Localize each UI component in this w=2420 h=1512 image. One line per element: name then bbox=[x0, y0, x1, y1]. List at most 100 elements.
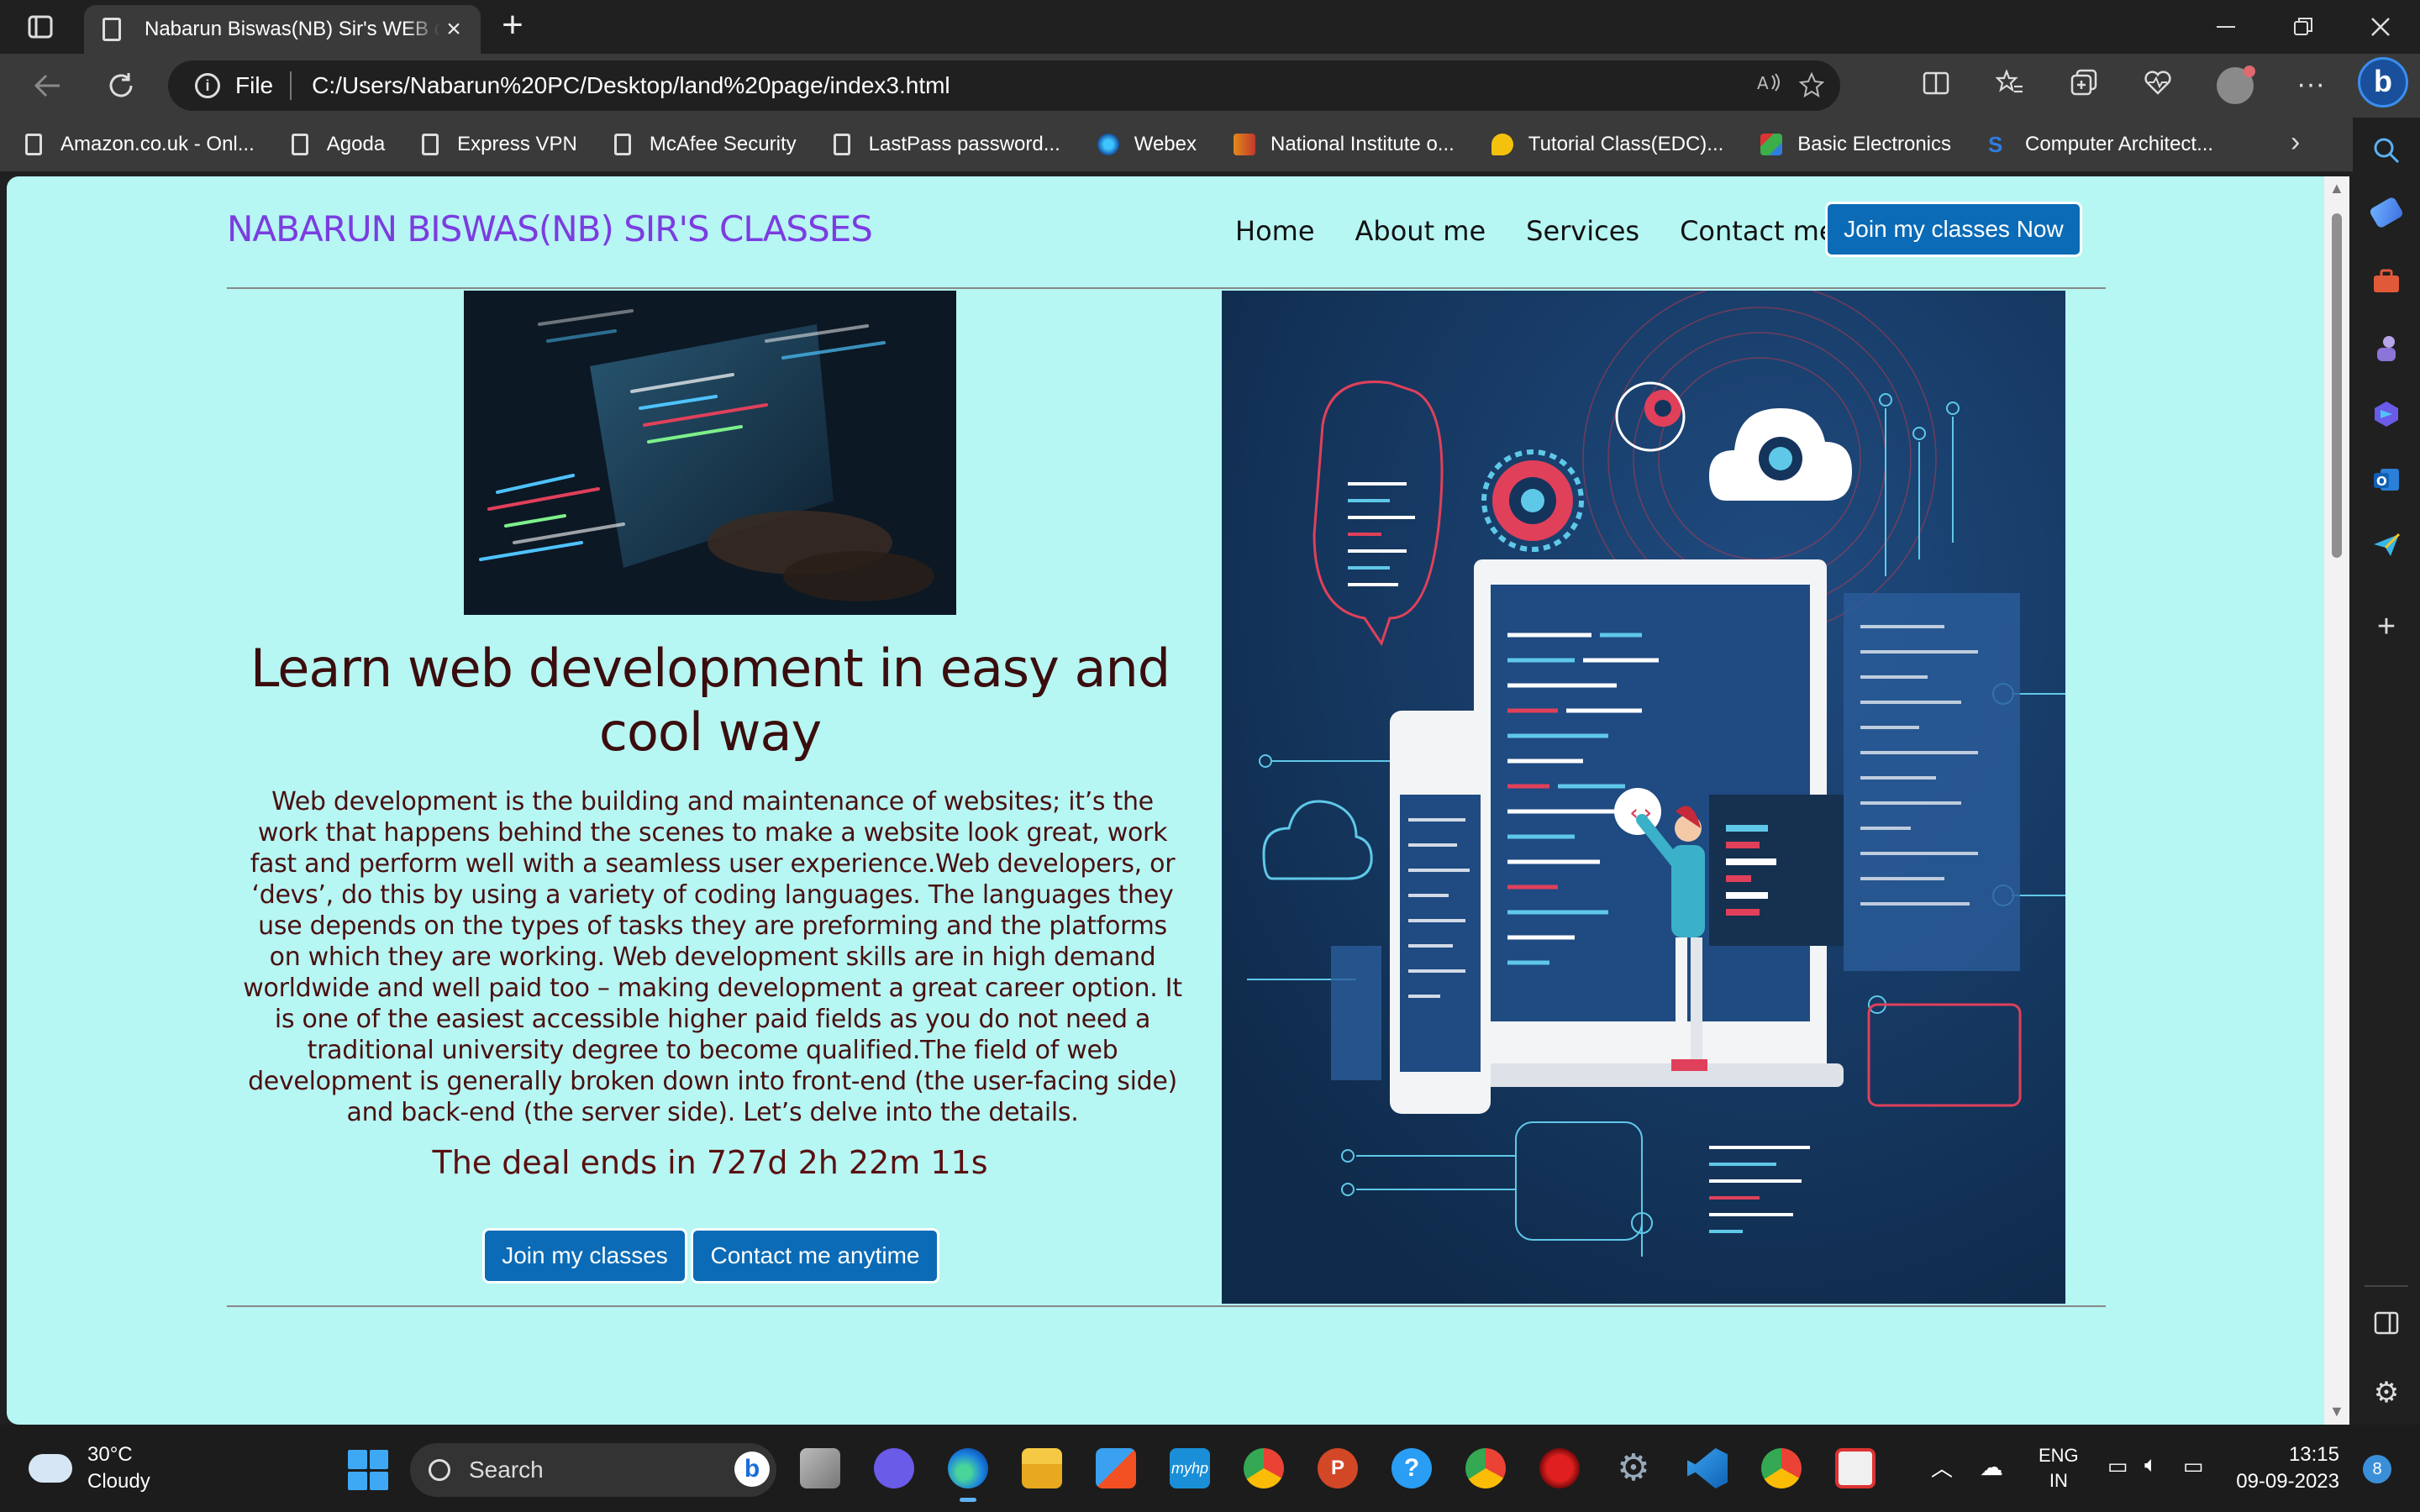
favorite-item[interactable]: McAfee Security bbox=[613, 133, 797, 156]
tab-actions-icon[interactable] bbox=[24, 12, 57, 42]
onedrive-icon[interactable]: ☁ bbox=[1980, 1453, 2003, 1481]
myhp-icon[interactable]: myhp bbox=[1170, 1448, 1210, 1488]
games-icon[interactable] bbox=[2370, 334, 2403, 368]
favorite-item[interactable]: Tutorial Class(EDC)... bbox=[1491, 133, 1723, 156]
network-icon[interactable]: ▭ bbox=[2107, 1453, 2128, 1479]
new-tab-icon[interactable]: + bbox=[494, 7, 531, 45]
active-tab[interactable]: Nabarun Biswas(NB) Sir's WEB de × bbox=[84, 5, 481, 54]
clock-time: 13:15 bbox=[2288, 1443, 2339, 1466]
architecture-icon: S bbox=[1988, 132, 2003, 157]
weather-widget[interactable]: 30°C Cloudy bbox=[29, 1441, 150, 1495]
favorites-overflow-chevron-icon[interactable]: › bbox=[2291, 126, 2300, 159]
browser-essentials-icon[interactable] bbox=[2141, 69, 2175, 102]
scrollbar-thumb[interactable] bbox=[2332, 213, 2342, 558]
join-classes-button[interactable]: Join my classes bbox=[482, 1228, 687, 1284]
file-explorer-icon[interactable] bbox=[1022, 1448, 1062, 1488]
region-code: IN bbox=[2049, 1470, 2068, 1491]
favorite-item[interactable]: Amazon.co.uk - Onl... bbox=[25, 133, 255, 156]
windows-start-icon[interactable] bbox=[348, 1450, 388, 1490]
bing-search-icon[interactable]: b bbox=[734, 1452, 770, 1487]
taskbar-search-label: Search bbox=[469, 1457, 544, 1483]
taskbar-search[interactable]: Search b bbox=[410, 1443, 776, 1497]
scroll-down-icon[interactable]: ▼ bbox=[2329, 1403, 2344, 1420]
more-menu-icon[interactable]: ··· bbox=[2294, 67, 2328, 101]
favorite-label: LastPass password... bbox=[868, 133, 1060, 155]
svg-text:A: A bbox=[1757, 73, 1769, 93]
favorite-item[interactable]: National Institute o... bbox=[1234, 133, 1455, 156]
favorite-star-icon[interactable] bbox=[1798, 71, 1825, 99]
settings-gear-icon[interactable]: ⚙ bbox=[1613, 1448, 1654, 1488]
close-window-icon[interactable] bbox=[2343, 7, 2418, 47]
page-icon bbox=[613, 134, 631, 155]
weather-desc: Cloudy bbox=[87, 1470, 150, 1493]
favorite-item[interactable]: Basic Electronics bbox=[1760, 133, 1951, 156]
language-code: ENG bbox=[2039, 1445, 2079, 1466]
nav-home[interactable]: Home bbox=[1235, 215, 1315, 247]
close-tab-icon[interactable]: × bbox=[440, 16, 467, 43]
toolbar: i File C:/Users/Nabarun%20PC/Desktop/lan… bbox=[0, 54, 2420, 118]
read-aloud-icon[interactable]: A bbox=[1756, 72, 1783, 99]
nav-contact[interactable]: Contact me bbox=[1680, 215, 1836, 247]
minimize-icon[interactable] bbox=[2188, 7, 2264, 47]
nav-services[interactable]: Services bbox=[1526, 215, 1639, 247]
teams-chat-icon[interactable] bbox=[874, 1448, 914, 1488]
favorite-label: Express VPN bbox=[457, 133, 577, 155]
profile-avatar[interactable] bbox=[2217, 66, 2255, 104]
microsoft-store-icon[interactable] bbox=[1096, 1448, 1136, 1488]
back-icon[interactable] bbox=[27, 66, 67, 106]
favorite-item[interactable]: S Computer Architect... bbox=[1988, 133, 2213, 156]
get-help-icon[interactable]: ? bbox=[1392, 1448, 1432, 1488]
task-view-icon[interactable] bbox=[800, 1448, 840, 1488]
webex-icon bbox=[1097, 134, 1119, 155]
contact-anytime-button[interactable]: Contact me anytime bbox=[691, 1228, 939, 1284]
edge-taskbar-icon[interactable] bbox=[948, 1448, 988, 1502]
scroll-up-icon[interactable]: ▲ bbox=[2329, 180, 2344, 197]
collections-icon[interactable] bbox=[2067, 69, 2101, 102]
chrome-profile-icon[interactable] bbox=[1465, 1448, 1506, 1488]
favorites-icon[interactable] bbox=[1993, 68, 2027, 102]
favorite-label: Agoda bbox=[326, 133, 386, 155]
recorder-icon[interactable] bbox=[1539, 1448, 1580, 1488]
powerpoint-icon[interactable]: P bbox=[1318, 1448, 1358, 1488]
snipping-tool-icon[interactable] bbox=[1835, 1448, 1876, 1488]
language-indicator[interactable]: ENG IN bbox=[2039, 1443, 2079, 1494]
system-clock[interactable]: 13:15 09-09-2023 bbox=[2235, 1441, 2339, 1495]
battery-icon[interactable]: ▭ bbox=[2183, 1453, 2204, 1479]
split-screen-icon[interactable] bbox=[1919, 69, 1953, 102]
page-icon bbox=[25, 134, 42, 155]
send-icon[interactable] bbox=[2370, 533, 2403, 566]
join-classes-now-button[interactable]: Join my classes Now bbox=[1825, 202, 2082, 257]
site-info-icon[interactable]: i bbox=[195, 73, 220, 98]
outlook-icon[interactable]: O bbox=[2370, 465, 2403, 499]
bing-copilot-icon[interactable]: b bbox=[2358, 57, 2408, 108]
refresh-icon[interactable] bbox=[101, 66, 141, 106]
microsoft-365-icon[interactable] bbox=[2370, 400, 2403, 433]
address-bar[interactable]: i File C:/Users/Nabarun%20PC/Desktop/lan… bbox=[168, 60, 1840, 111]
site-brand[interactable]: NABARUN BISWAS(NB) SIR'S CLASSES bbox=[227, 208, 873, 249]
add-sidebar-app-icon[interactable]: + bbox=[2370, 610, 2403, 643]
hide-sidebar-icon[interactable] bbox=[2370, 1310, 2403, 1344]
favorite-item[interactable]: Express VPN bbox=[422, 133, 577, 156]
notification-badge[interactable]: 8 bbox=[2363, 1455, 2391, 1483]
page-scrollbar[interactable]: ▲ ▼ bbox=[2324, 176, 2349, 1425]
sidebar-search-icon[interactable] bbox=[2370, 136, 2403, 170]
search-icon bbox=[429, 1459, 450, 1481]
favorite-item[interactable]: Webex bbox=[1097, 133, 1197, 156]
address-scheme: File bbox=[235, 72, 274, 98]
nav-about[interactable]: About me bbox=[1355, 215, 1486, 247]
vscode-icon[interactable] bbox=[1687, 1448, 1728, 1488]
volume-icon[interactable]: 🔈︎ bbox=[2144, 1452, 2158, 1478]
restore-icon[interactable] bbox=[2265, 7, 2341, 47]
show-hidden-icons-chevron-icon[interactable]: ︿ bbox=[1931, 1452, 1953, 1483]
page-icon bbox=[291, 134, 308, 155]
tutorial-icon bbox=[1491, 134, 1513, 155]
favorite-item[interactable]: LastPass password... bbox=[833, 133, 1060, 156]
tools-icon[interactable] bbox=[2370, 269, 2403, 302]
address-url[interactable]: C:/Users/Nabarun%20PC/Desktop/land%20pag… bbox=[312, 72, 950, 99]
chrome-work-icon[interactable] bbox=[1761, 1448, 1802, 1488]
favorite-item[interactable]: Agoda bbox=[291, 133, 386, 156]
svg-text:O: O bbox=[2376, 474, 2387, 489]
sidebar-settings-gear-icon[interactable]: ⚙ bbox=[2370, 1376, 2403, 1410]
shopping-tag-icon[interactable] bbox=[2368, 196, 2405, 229]
chrome-icon[interactable] bbox=[1244, 1448, 1284, 1488]
